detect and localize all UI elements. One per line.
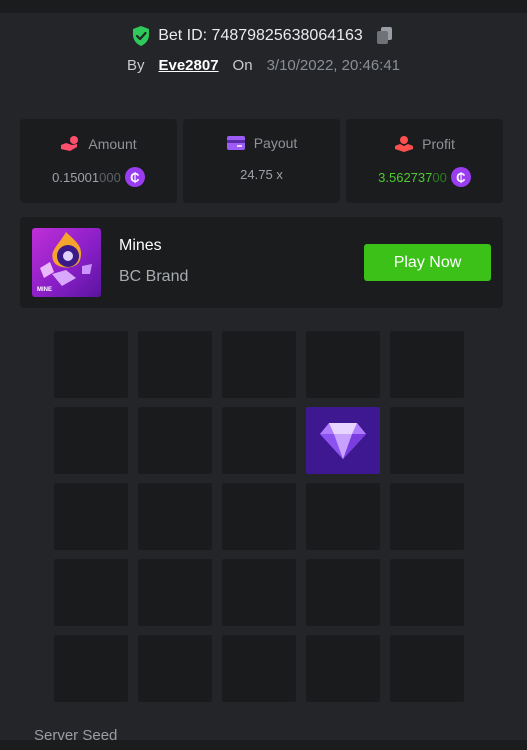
game-thumbnail[interactable]: MINE (32, 228, 101, 297)
shield-check-icon (133, 26, 150, 46)
board-tile[interactable] (306, 483, 380, 550)
board-tile[interactable] (222, 635, 296, 702)
bottom-strip (0, 740, 527, 750)
bet-date: 3/10/2022, 20:46:41 (266, 56, 401, 74)
board-tile[interactable] (138, 331, 212, 398)
profit-card: Profit 3.56273700 ₵ (346, 119, 503, 203)
copy-icon[interactable] (375, 26, 395, 46)
board-tile[interactable] (138, 407, 212, 474)
game-title: Mines (119, 237, 162, 254)
payout-value: 24.75 x (240, 167, 283, 182)
board-tile[interactable] (390, 483, 464, 550)
play-now-button[interactable]: Play Now (364, 244, 491, 281)
board-tile[interactable] (138, 559, 212, 626)
board-tile[interactable] (138, 483, 212, 550)
board-tile[interactable] (222, 407, 296, 474)
amount-label: Amount (88, 136, 137, 152)
board-tile[interactable] (222, 559, 296, 626)
game-card: MINE Mines BC Brand Play Now (20, 217, 503, 308)
board-tile[interactable] (390, 331, 464, 398)
top-strip (0, 0, 527, 13)
hand-coins-icon (61, 136, 79, 151)
coin-icon: ₵ (450, 167, 471, 187)
profit-value: 3.562737 (378, 169, 433, 185)
amount-value: 0.15001 (52, 169, 100, 185)
bet-header: Bet ID: 74879825638064163 (0, 24, 527, 48)
game-provider: BC Brand (119, 268, 189, 285)
amount-card: Amount 0.15001000 ₵ (20, 119, 177, 203)
board-tile[interactable] (222, 331, 296, 398)
payout-card: Payout 24.75 x (183, 119, 340, 203)
on-label: On (232, 56, 253, 74)
username-link[interactable]: Eve2807 (158, 57, 218, 74)
board-tile[interactable] (54, 407, 128, 474)
bet-meta: By Eve2807 On 3/10/2022, 20:46:41 (0, 54, 527, 76)
card-icon (226, 136, 245, 150)
by-label: By (126, 56, 145, 74)
coin-icon: ₵ (124, 167, 145, 187)
board-tile[interactable] (54, 559, 128, 626)
board-tile[interactable] (390, 635, 464, 702)
board-tile[interactable] (54, 635, 128, 702)
board-tile[interactable] (306, 331, 380, 398)
board-tile[interactable] (306, 635, 380, 702)
board-tile-gem[interactable] (306, 407, 380, 474)
bet-id: Bet ID: 74879825638064163 (158, 27, 363, 44)
board-tile[interactable] (306, 559, 380, 626)
payout-label: Payout (253, 135, 298, 151)
thumb-text: MINE (37, 287, 52, 293)
amount-value-trailing: 000 (99, 169, 121, 185)
board-tile[interactable] (222, 483, 296, 550)
board-tile[interactable] (390, 407, 464, 474)
board-tile[interactable] (54, 331, 128, 398)
board-tile[interactable] (390, 559, 464, 626)
gem-icon (320, 422, 366, 459)
board-tile[interactable] (54, 483, 128, 550)
mines-board (54, 331, 465, 702)
profit-value-trailing: 00 (432, 169, 447, 185)
hand-profit-icon (395, 136, 414, 152)
stats-row: Amount 0.15001000 ₵ Payout 24.75 x Profi… (20, 119, 503, 203)
board-tile[interactable] (138, 635, 212, 702)
profit-label: Profit (422, 136, 455, 152)
